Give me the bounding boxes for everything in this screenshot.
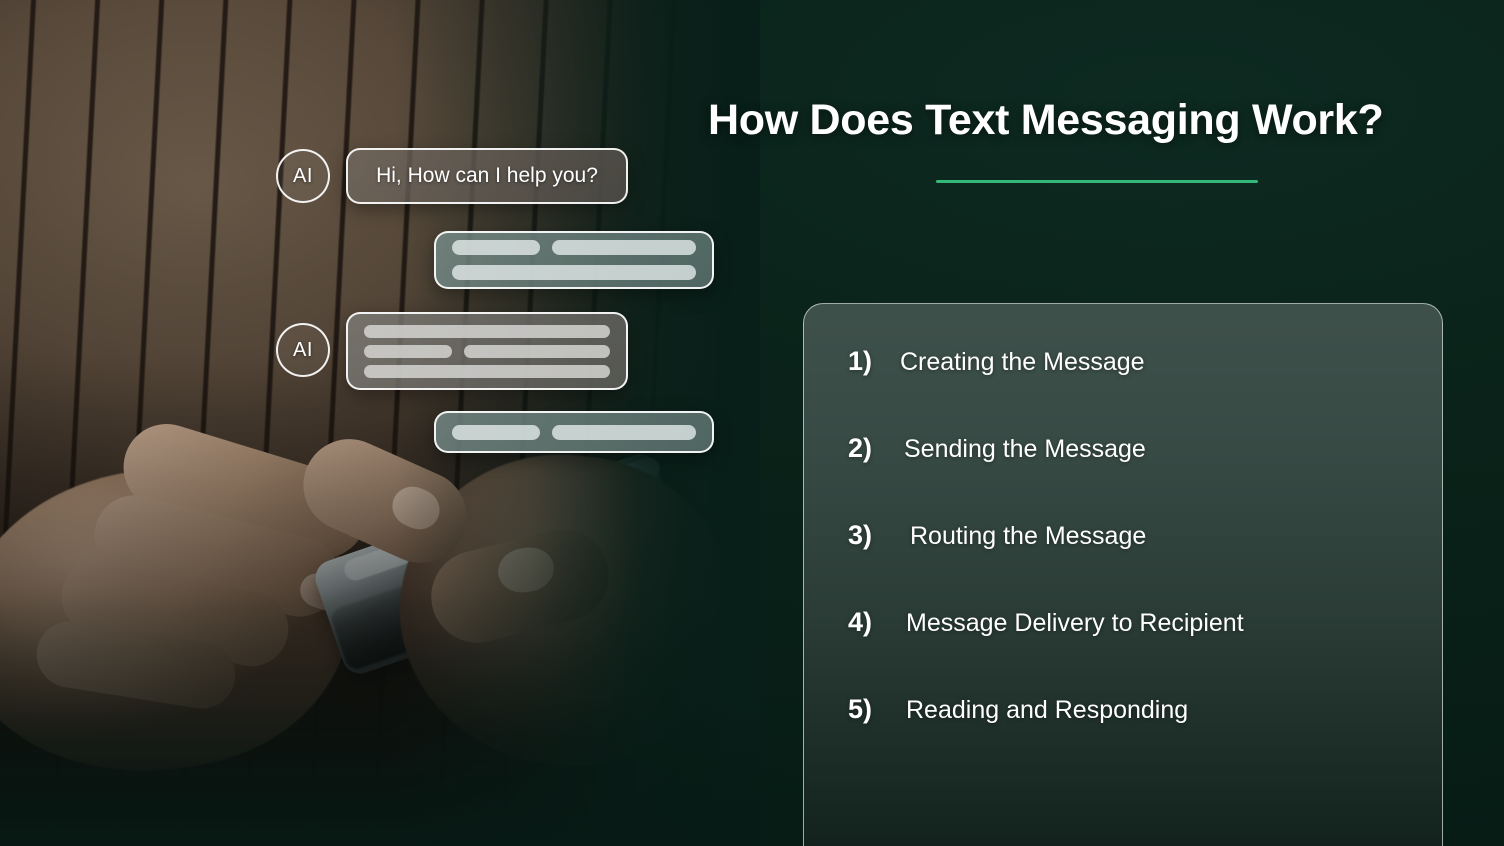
page-title: How Does Text Messaging Work? <box>708 96 1384 144</box>
list-item: 5) Reading and Responding <box>804 694 1442 781</box>
step-label: Creating the Message <box>900 348 1145 376</box>
chat-bubble-message: Hi, How can I help you? <box>346 148 628 204</box>
step-label: Reading and Responding <box>906 696 1189 724</box>
skeleton-bar <box>452 265 696 280</box>
skeleton-bar <box>452 424 540 440</box>
step-number: 5) <box>848 694 873 724</box>
steps-panel: 1) Creating the Message 2) Sending the M… <box>803 303 1443 846</box>
chat-bubble-placeholder-1 <box>434 231 714 289</box>
step-number: 3) <box>848 520 873 550</box>
steps-list: 1) Creating the Message 2) Sending the M… <box>804 346 1442 781</box>
ai-avatar-icon: AI <box>276 149 330 203</box>
skeleton-row <box>364 344 610 358</box>
skeleton-bar <box>464 344 610 358</box>
skeleton-row <box>364 364 610 378</box>
skeleton-row <box>452 265 696 280</box>
title-underline-accent <box>936 180 1258 183</box>
step-number: 4) <box>848 607 873 637</box>
skeleton-row <box>452 424 696 440</box>
chat-overlay: AI Hi, How can I help you? AI <box>0 0 760 846</box>
slide-canvas: AI Hi, How can I help you? AI How Does T… <box>0 0 1504 846</box>
skeleton-bar <box>364 344 452 358</box>
list-item: 2) Sending the Message <box>804 433 1442 520</box>
step-label: Message Delivery to Recipient <box>906 609 1244 637</box>
ai-avatar-icon: AI <box>276 323 330 377</box>
skeleton-bar <box>552 424 696 440</box>
step-label: Routing the Message <box>910 522 1147 550</box>
skeleton-bar <box>364 364 610 378</box>
list-item: 1) Creating the Message <box>804 346 1442 433</box>
list-item: 3) Routing the Message <box>804 520 1442 607</box>
step-label: Sending the Message <box>904 435 1146 463</box>
ai-avatar-label: AI <box>293 338 313 361</box>
skeleton-bar <box>364 324 610 338</box>
step-number: 1) <box>848 346 873 376</box>
skeleton-row <box>452 240 696 255</box>
skeleton-bar <box>552 240 696 255</box>
skeleton-row <box>364 324 610 338</box>
skeleton-bar <box>452 240 540 255</box>
chat-bubble-placeholder-2 <box>346 312 628 390</box>
step-number: 2) <box>848 433 873 463</box>
chat-bubble-text: Hi, How can I help you? <box>376 164 598 187</box>
ai-avatar-label: AI <box>293 164 313 187</box>
chat-bubble-placeholder-3 <box>434 411 714 453</box>
list-item: 4) Message Delivery to Recipient <box>804 607 1442 694</box>
